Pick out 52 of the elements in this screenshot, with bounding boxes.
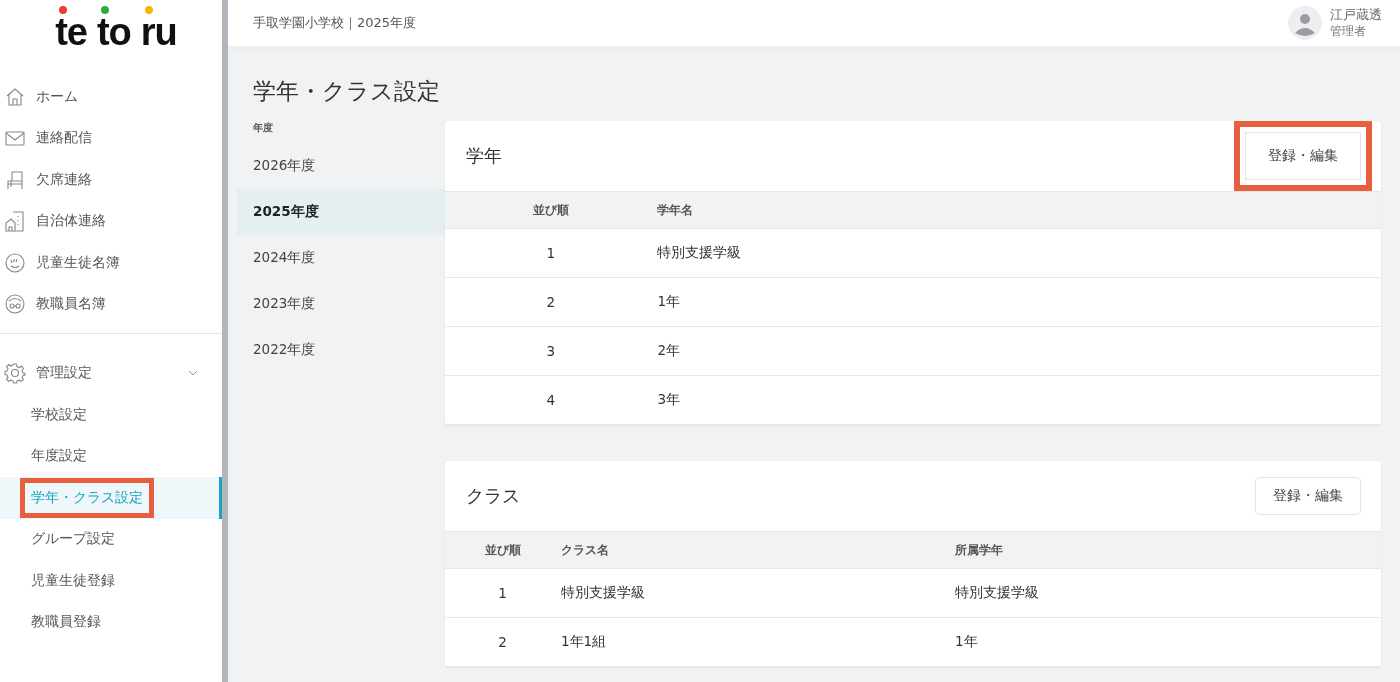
sidebar-subitem[interactable]: 教職員登録: [0, 601, 222, 643]
table-cell: 3: [445, 326, 657, 376]
settings-icon: [4, 362, 26, 384]
column-header: 所属学年: [954, 531, 1381, 569]
sidebar-subitem[interactable]: グループ設定: [0, 518, 222, 560]
year-item[interactable]: 2023年度: [237, 281, 445, 327]
card-title: 学年: [466, 144, 502, 168]
register-edit-button[interactable]: 登録・編集: [1234, 121, 1372, 191]
teacher-icon: [4, 293, 26, 316]
table-cell: 1: [445, 568, 560, 618]
user-name: 江戸蔵透: [1330, 7, 1382, 23]
sidebar-item[interactable]: 児童生徒名簿: [0, 242, 222, 284]
sidebar-item[interactable]: 教職員名簿: [0, 283, 222, 325]
year-item[interactable]: 2022年度: [237, 327, 445, 373]
sidebar-group[interactable]: 管理設定: [0, 334, 222, 394]
child-icon: [4, 251, 26, 274]
column-header: 並び順: [445, 531, 560, 569]
column-header: 並び順: [445, 191, 657, 229]
table-cell: 特別支援学級: [954, 568, 1381, 618]
table-cell: 2年: [656, 326, 1381, 376]
sidebar-subitem[interactable]: 学校設定: [0, 394, 222, 436]
sidebar-item[interactable]: 自治体連絡: [0, 200, 222, 242]
sidebar-item[interactable]: ホーム: [0, 76, 222, 118]
year-item[interactable]: 2025年度: [237, 189, 445, 235]
table-cell: 特別支援学級: [656, 228, 1381, 278]
column-header: 学年名: [656, 191, 1381, 229]
sidebar-item[interactable]: 連絡配信: [0, 117, 222, 159]
user-role: 管理者: [1330, 23, 1367, 39]
table-cell: 2: [445, 617, 560, 667]
table-cell: 4: [445, 375, 657, 425]
sidebar-subitem[interactable]: 年度設定: [0, 435, 222, 477]
logo: te to ru: [0, 0, 222, 68]
card-title: クラス: [466, 484, 520, 508]
page-title: 学年・クラス設定: [252, 77, 441, 106]
register-edit-button[interactable]: 登録・編集: [1255, 477, 1361, 515]
sidebar-subitem[interactable]: 児童生徒登録: [0, 560, 222, 602]
school-name: 手取学園小学校｜2025年度: [253, 14, 417, 32]
table-cell: 1: [445, 228, 657, 278]
chair-icon: [4, 168, 26, 191]
avatar-icon[interactable]: [1288, 6, 1322, 40]
table-cell: 1年: [954, 617, 1381, 667]
table-cell: 1年: [656, 277, 1381, 327]
year-item[interactable]: 2026年度: [237, 143, 445, 189]
year-list-label: 年度: [252, 121, 274, 135]
table-cell: 2: [445, 277, 657, 327]
building-icon: [4, 210, 26, 233]
table-cell: 特別支援学級: [560, 568, 954, 618]
year-item[interactable]: 2024年度: [237, 235, 445, 281]
table-cell: 3年: [656, 375, 1381, 425]
sidebar-item[interactable]: 欠席連絡: [0, 159, 222, 201]
column-header: クラス名: [560, 531, 954, 569]
table-cell: 1年1組: [560, 617, 954, 667]
